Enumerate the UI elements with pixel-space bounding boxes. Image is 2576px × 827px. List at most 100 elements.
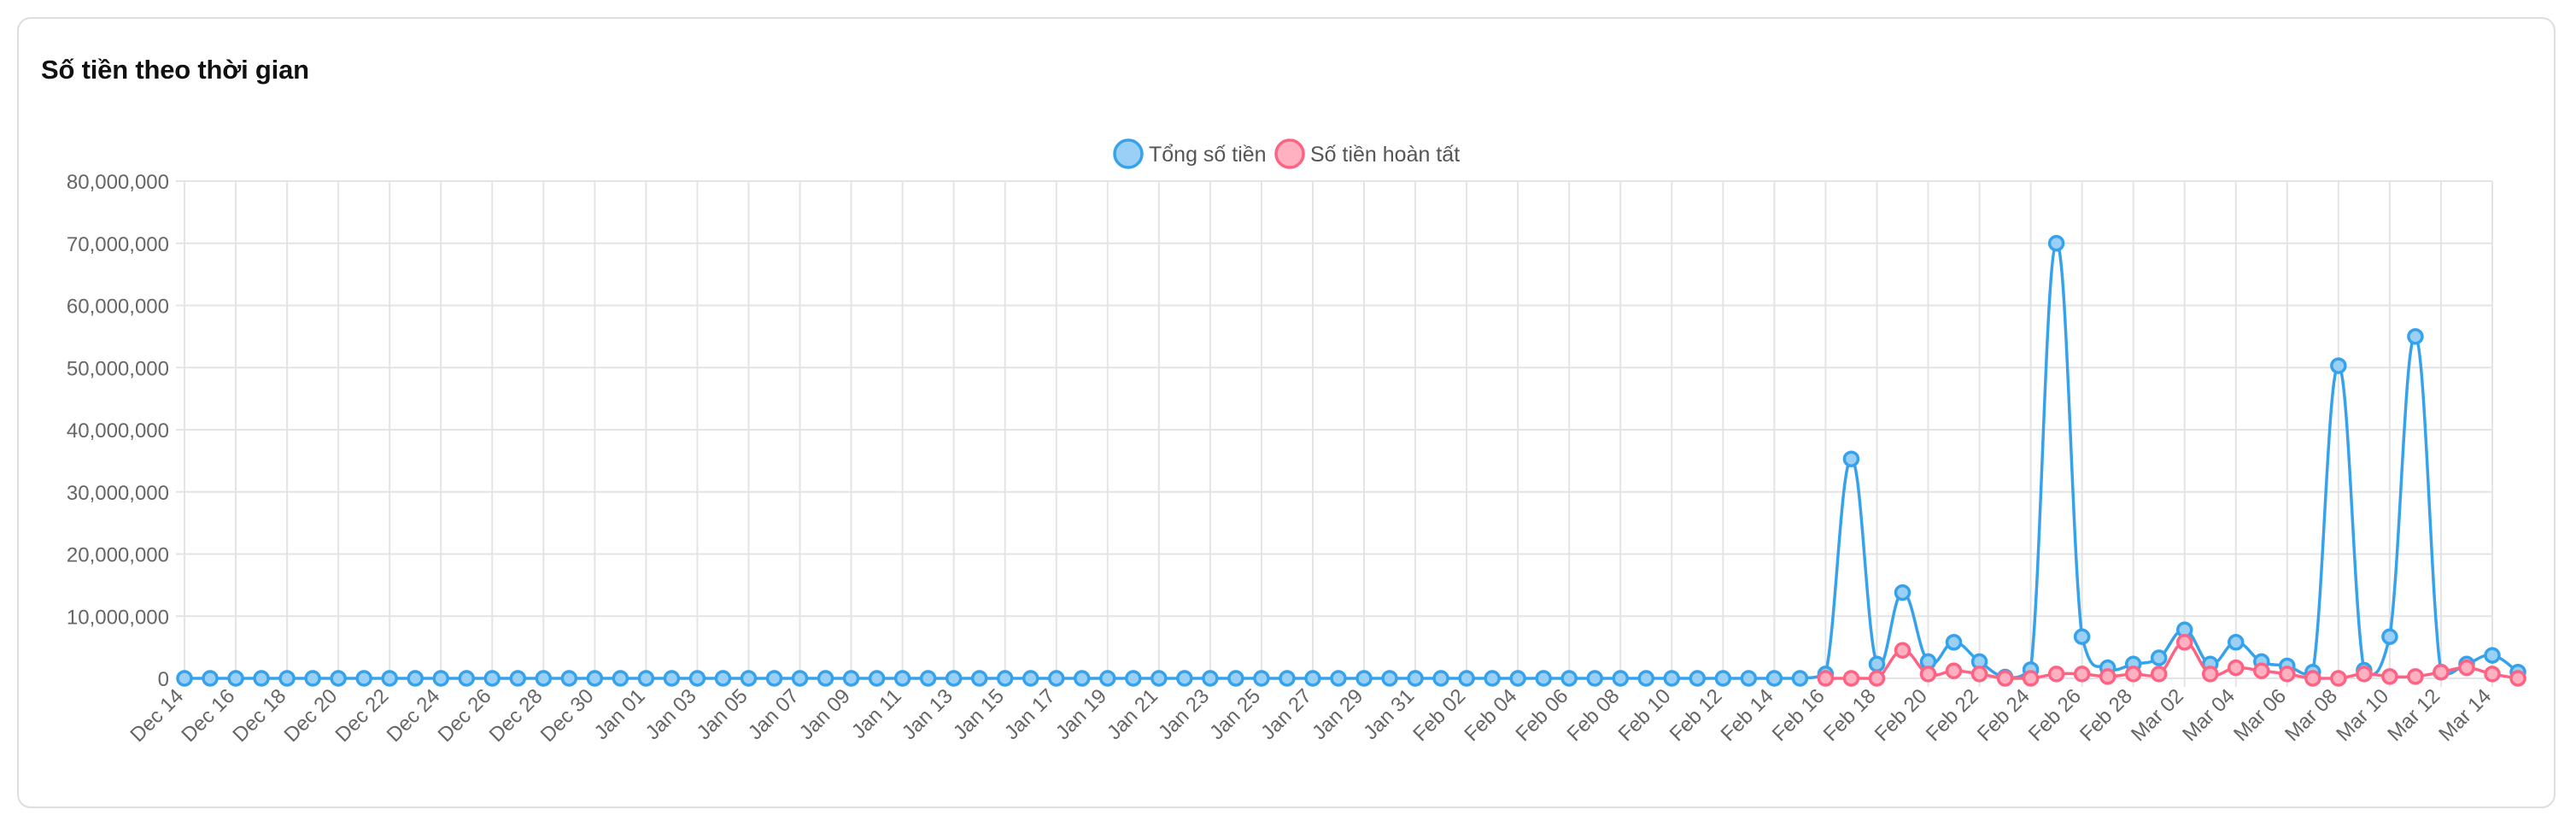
x-tick-label: Feb 28 <box>2075 684 2137 746</box>
legend-item[interactable]: Tổng số tiền <box>1113 138 1267 169</box>
x-tick-label: Feb 24 <box>1973 684 2034 746</box>
data-point <box>1842 450 1860 467</box>
data-point <box>1817 670 1835 687</box>
x-tick-label: Jan 25 <box>1205 684 1265 744</box>
data-point <box>2407 328 2424 345</box>
data-point <box>1125 670 1142 687</box>
x-tick-label: Jan 27 <box>1256 684 1316 744</box>
y-tick-label: 80,000,000 <box>67 171 169 194</box>
data-point <box>1048 670 1065 687</box>
data-point <box>1894 642 1912 660</box>
data-point <box>2047 666 2065 683</box>
x-tick-label: Mar 14 <box>2434 684 2496 746</box>
data-point <box>458 670 475 687</box>
data-point <box>1484 670 1501 687</box>
legend[interactable]: Tổng số tiền Số tiền hoàn tất <box>1113 138 1460 169</box>
data-point <box>535 670 553 687</box>
y-tick-label: 20,000,000 <box>67 544 169 567</box>
x-tick-label: Dec 24 <box>383 684 445 747</box>
data-point <box>2047 235 2065 252</box>
data-point <box>1919 666 1937 683</box>
x-tick-label: Feb 08 <box>1563 684 1625 746</box>
x-tick-label: Jan 05 <box>693 684 752 744</box>
data-point <box>2407 668 2424 685</box>
data-point <box>1868 670 1886 687</box>
x-tick-label: Mar 06 <box>2229 684 2291 746</box>
data-point <box>1689 670 1707 687</box>
data-point <box>2381 628 2398 646</box>
data-point <box>2484 666 2501 683</box>
series-line <box>184 241 2520 680</box>
data-point <box>330 670 347 687</box>
data-point <box>560 670 578 687</box>
x-tick-label: Feb 16 <box>1768 684 1830 746</box>
data-point <box>407 670 424 687</box>
x-tick-label: Jan 15 <box>949 684 1009 744</box>
legend-label: Số tiền hoàn tất <box>1310 143 1460 167</box>
data-point <box>2073 628 2091 646</box>
data-point <box>1099 670 1116 687</box>
legend-item[interactable]: Số tiền hoàn tất <box>1274 138 1460 169</box>
y-tick-label: 40,000,000 <box>67 419 169 443</box>
x-tick-label: Dec 18 <box>228 684 290 747</box>
data-point <box>2150 666 2168 683</box>
data-point <box>1330 670 1347 687</box>
x-tick-label: Jan 29 <box>1308 684 1367 744</box>
x-tick-label: Jan 03 <box>641 684 701 744</box>
x-tick-label: Feb 14 <box>1717 684 1778 746</box>
data-point <box>1279 670 1296 687</box>
data-point <box>1304 670 1321 687</box>
x-tick-label: Dec 16 <box>177 684 239 747</box>
series-layer <box>176 235 2526 687</box>
data-point <box>919 670 937 687</box>
data-point <box>2381 668 2398 685</box>
legend-label: Tổng số tiền <box>1149 143 1267 167</box>
data-point <box>663 670 681 687</box>
data-point <box>2330 670 2347 687</box>
x-tick-label: Jan 21 <box>1103 684 1162 744</box>
data-point <box>2484 647 2501 664</box>
x-tick-label: Dec 22 <box>331 684 394 747</box>
data-point <box>1714 670 1732 687</box>
x-tick-label: Jan 07 <box>744 684 804 744</box>
x-tick-label: Dec 30 <box>536 684 599 747</box>
data-point <box>1074 670 1091 687</box>
data-point <box>2022 670 2040 687</box>
x-tick-label: Feb 12 <box>1666 684 1727 746</box>
data-point <box>2458 659 2475 677</box>
data-point <box>176 670 193 687</box>
data-point <box>2433 663 2450 681</box>
x-tick-label: Feb 04 <box>1460 684 1521 746</box>
x-tick-label: Mar 02 <box>2127 684 2188 746</box>
data-point <box>1176 670 1193 687</box>
data-point <box>355 670 372 687</box>
data-point <box>688 670 706 687</box>
data-point <box>2175 634 2193 651</box>
x-tick-label: Mar 08 <box>2280 684 2342 746</box>
data-point <box>1227 670 1244 687</box>
data-point <box>1381 670 1398 687</box>
data-point <box>483 670 501 687</box>
amount-over-time-chart: 010,000,00020,000,00030,000,00040,000,00… <box>67 138 2526 747</box>
data-point <box>2330 357 2347 374</box>
data-point <box>2228 659 2245 677</box>
data-point <box>1791 670 1809 687</box>
x-tick-label: Jan 01 <box>590 684 650 744</box>
data-point <box>253 670 270 687</box>
data-point <box>1253 670 1270 687</box>
x-tick-label: Feb 22 <box>1922 684 1983 746</box>
x-tick-label: Jan 23 <box>1154 684 1214 744</box>
y-tick-label: 60,000,000 <box>67 296 169 319</box>
data-point <box>996 670 1014 687</box>
x-tick-label: Feb 06 <box>1512 684 1573 746</box>
x-tick-label: Mar 10 <box>2332 684 2393 746</box>
x-tick-label: Feb 02 <box>1408 684 1470 746</box>
y-tick-label: 50,000,000 <box>67 357 169 380</box>
x-tick-label: Feb 18 <box>1819 684 1881 746</box>
data-point <box>740 670 758 687</box>
data-point <box>842 670 860 687</box>
series-total-amount <box>176 235 2526 687</box>
x-tick-label: Jan 09 <box>795 684 855 744</box>
data-point <box>2253 662 2270 680</box>
data-point <box>2356 666 2373 683</box>
